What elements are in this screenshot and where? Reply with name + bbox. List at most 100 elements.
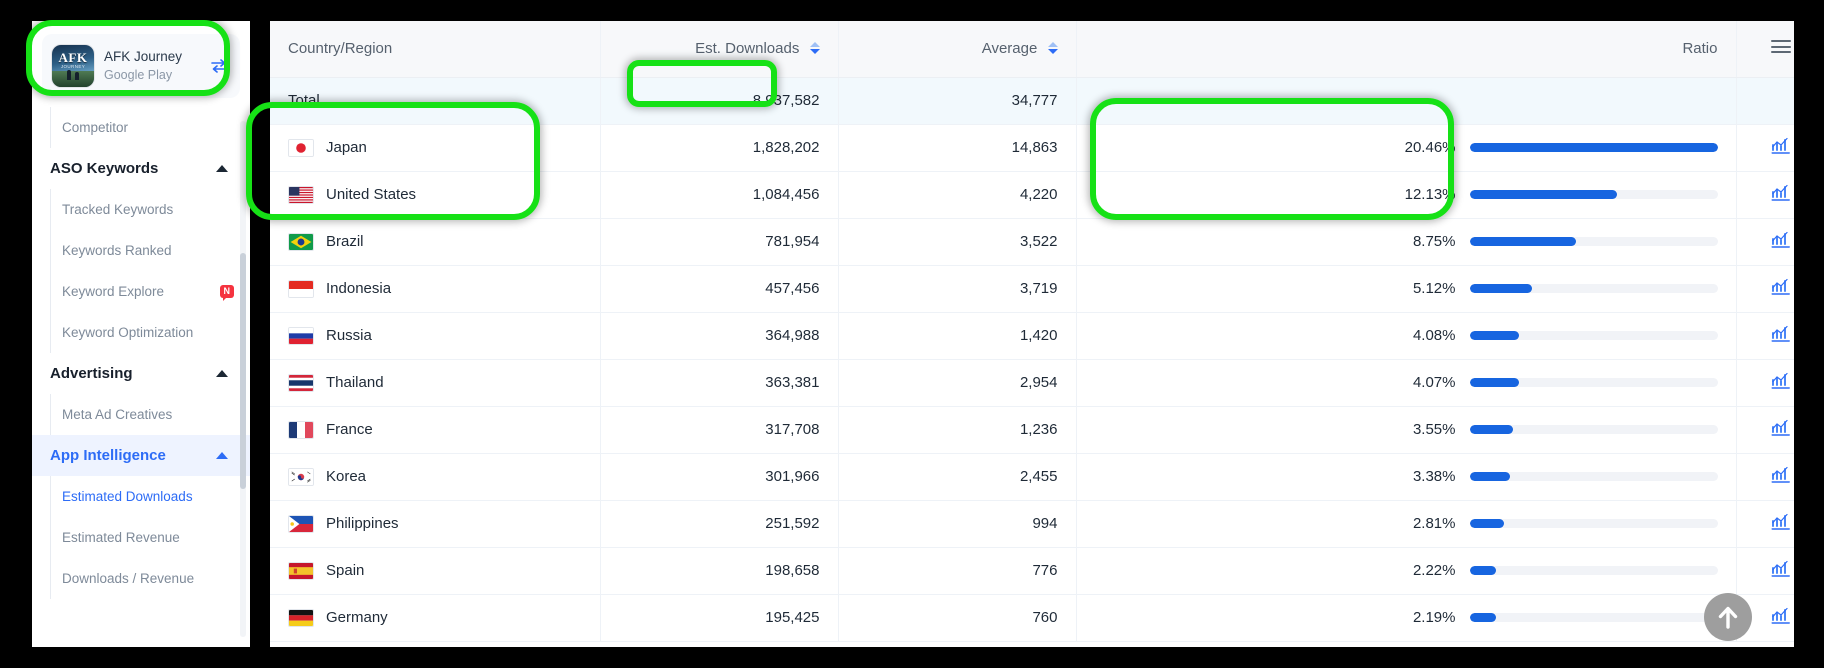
sidebar-group-aso: Tracked Keywords Keywords Ranked Keyword…: [32, 189, 250, 353]
sidebar-item-meta-ad-creatives[interactable]: Meta Ad Creatives: [32, 394, 250, 435]
cell-average: 2,954: [837, 359, 1076, 407]
total-icon-cell: [1735, 77, 1794, 125]
sidebar: AFK JOURNEY AFK Journey Google Play Comp…: [32, 21, 250, 647]
table-row[interactable]: Japan 1,828,202 14,863 20.46%: [270, 124, 1794, 172]
flag-br-icon: [288, 232, 314, 251]
table-row[interactable]: Thailand 363,381 2,954 4.07%: [270, 359, 1794, 407]
sidebar-item-estimated-revenue[interactable]: Estimated Revenue: [32, 517, 250, 558]
cell-chart-action[interactable]: [1735, 453, 1794, 501]
column-header-menu[interactable]: [1735, 21, 1794, 78]
bar-chart-icon[interactable]: [1771, 184, 1791, 206]
ratio-percent: 8.75%: [1412, 233, 1456, 250]
flag-es-icon: [288, 561, 314, 580]
cell-average: 4,220: [837, 171, 1076, 219]
sidebar-item-downloads-revenue[interactable]: Downloads / Revenue: [32, 558, 250, 599]
cell-ratio: 8.75%: [1075, 218, 1736, 266]
ratio-bar-track: [1469, 613, 1718, 622]
flag-fr-icon: [288, 420, 314, 439]
cell-downloads: 781,954: [599, 218, 838, 266]
table-row[interactable]: France 317,708 1,236 3.55%: [270, 406, 1794, 454]
ratio-percent: 2.81%: [1412, 515, 1456, 532]
cell-chart-action[interactable]: [1735, 171, 1794, 219]
flag-jp-icon: [288, 138, 314, 157]
cell-average: 14,863: [837, 124, 1076, 172]
column-header-downloads[interactable]: Est. Downloads: [599, 21, 838, 78]
table-row[interactable]: Brazil 781,954 3,522 8.75%: [270, 218, 1794, 266]
swap-arrows-icon[interactable]: [210, 59, 230, 73]
cell-ratio: 2.19%: [1075, 594, 1736, 642]
ratio-bar-fill: [1469, 190, 1617, 199]
flag-ru-icon: [288, 326, 314, 345]
ratio-bar-track: [1469, 378, 1718, 387]
bar-chart-icon[interactable]: [1771, 513, 1791, 535]
table-row[interactable]: Korea 301,966 2,455 3.38%: [270, 453, 1794, 501]
table-row-total: Total 8,937,582 34,777: [270, 77, 1794, 125]
cell-country: Brazil: [270, 218, 600, 266]
country-name: Thailand: [326, 374, 384, 391]
app-icon: AFK JOURNEY: [52, 45, 94, 87]
column-header-country[interactable]: Country/Region: [270, 21, 600, 78]
cell-chart-action[interactable]: [1735, 406, 1794, 454]
scroll-to-top-button[interactable]: [1704, 593, 1752, 641]
table-row[interactable]: Russia 364,988 1,420 4.08%: [270, 312, 1794, 360]
column-header-average[interactable]: Average: [837, 21, 1076, 78]
ratio-bar-track: [1469, 190, 1718, 199]
ratio-bar-fill: [1469, 284, 1532, 293]
sidebar-item-aso-keywords[interactable]: ASO Keywords: [32, 148, 250, 189]
table-row[interactable]: United States 1,084,456 4,220 12.13%: [270, 171, 1794, 219]
sidebar-item-app-intelligence[interactable]: App Intelligence: [32, 435, 250, 476]
table-body: Total 8,937,582 34,777 Japan 1,828,202 14,…: [270, 77, 1794, 642]
arrow-up-icon: [1718, 606, 1738, 629]
sort-icon[interactable]: [1047, 42, 1058, 55]
sidebar-item-keyword-explore[interactable]: Keyword Explore N: [32, 271, 250, 312]
cell-downloads: 364,988: [599, 312, 838, 360]
cell-chart-action[interactable]: [1735, 218, 1794, 266]
ratio-bar-track: [1469, 284, 1718, 293]
cell-country: Thailand: [270, 359, 600, 407]
sort-icon[interactable]: [809, 42, 820, 55]
ratio-percent: 4.08%: [1412, 327, 1456, 344]
sidebar-item-keyword-optimization[interactable]: Keyword Optimization: [32, 312, 250, 353]
sidebar-scrollbar-thumb[interactable]: [240, 253, 246, 489]
cell-chart-action[interactable]: [1735, 500, 1794, 548]
sidebar-item-label: Advertising: [50, 365, 133, 382]
app-selector-card[interactable]: AFK JOURNEY AFK Journey Google Play: [42, 34, 240, 98]
sidebar-item-advertising[interactable]: Advertising: [32, 353, 250, 394]
bar-chart-icon[interactable]: [1771, 372, 1791, 394]
cell-chart-action[interactable]: [1735, 547, 1794, 595]
cell-chart-action[interactable]: [1735, 359, 1794, 407]
bar-chart-icon[interactable]: [1771, 607, 1791, 629]
bar-chart-icon[interactable]: [1771, 325, 1791, 347]
cell-ratio: 2.81%: [1075, 500, 1736, 548]
bar-chart-icon[interactable]: [1771, 278, 1791, 300]
sidebar-item-competitor[interactable]: Competitor: [32, 107, 250, 148]
bar-chart-icon[interactable]: [1771, 466, 1791, 488]
cell-country: France: [270, 406, 600, 454]
cell-average: 994: [837, 500, 1076, 548]
sidebar-item-keywords-ranked[interactable]: Keywords Ranked: [32, 230, 250, 271]
sidebar-item-tracked-keywords[interactable]: Tracked Keywords: [32, 189, 250, 230]
cell-chart-action[interactable]: [1735, 312, 1794, 360]
cell-chart-action[interactable]: [1735, 265, 1794, 313]
table-row[interactable]: Indonesia 457,456 3,719 5.12%: [270, 265, 1794, 313]
bar-chart-icon[interactable]: [1771, 560, 1791, 582]
sidebar-item-estimated-downloads[interactable]: Estimated Downloads: [32, 476, 250, 517]
chevron-up-icon: [216, 165, 228, 172]
country-name: Russia: [326, 327, 372, 344]
table-row[interactable]: Philippines 251,592 994 2.81%: [270, 500, 1794, 548]
ratio-percent: 2.19%: [1412, 609, 1456, 626]
bar-chart-icon[interactable]: [1771, 419, 1791, 441]
cell-country: Indonesia: [270, 265, 600, 313]
bar-chart-icon[interactable]: [1771, 231, 1791, 253]
sidebar-nav: Competitor ASO Keywords Tracked Keywords…: [32, 107, 250, 647]
table-row[interactable]: Spain 198,658 776 2.22%: [270, 547, 1794, 595]
table-row[interactable]: Germany 195,425 760 2.19%: [270, 594, 1794, 642]
cell-chart-action[interactable]: [1735, 124, 1794, 172]
sidebar-item-label: Estimated Revenue: [62, 530, 180, 545]
sidebar-item-label: Estimated Downloads: [62, 489, 193, 504]
hamburger-menu-icon[interactable]: [1771, 37, 1792, 57]
cell-average: 2,455: [837, 453, 1076, 501]
ratio-bar-track: [1469, 237, 1718, 246]
bar-chart-icon[interactable]: [1771, 137, 1791, 159]
sidebar-item-label: App Intelligence: [50, 447, 166, 464]
